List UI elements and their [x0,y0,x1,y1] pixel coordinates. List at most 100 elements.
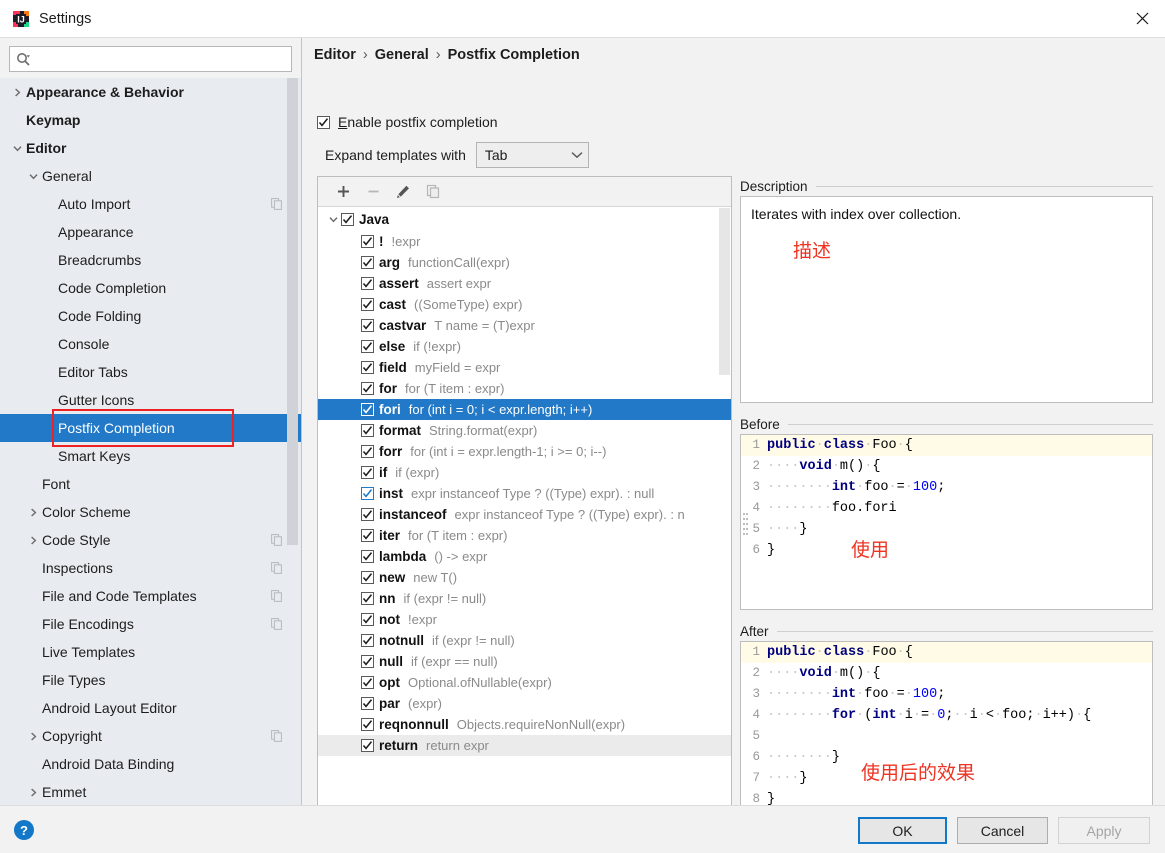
edit-template-button[interactable] [388,179,418,205]
template-checkbox[interactable] [361,403,374,416]
apply-button[interactable]: Apply [1058,817,1150,844]
sidebar-item-gutter-icons[interactable]: Gutter Icons [0,386,301,414]
templates-scrollbar-thumb[interactable] [719,208,730,375]
sidebar-item-emmet[interactable]: Emmet [0,778,301,805]
template-row[interactable]: format String.format(expr) [318,420,731,441]
remove-template-button[interactable] [358,179,388,205]
template-checkbox[interactable] [361,256,374,269]
template-row[interactable]: return return expr [318,735,731,756]
template-checkbox[interactable] [361,550,374,563]
sidebar-item-breadcrumbs[interactable]: Breadcrumbs [0,246,301,274]
template-row[interactable]: iter for (T item : expr) [318,525,731,546]
group-checkbox[interactable] [341,212,354,226]
sidebar-item-appearance-behavior[interactable]: Appearance & Behavior [0,78,301,106]
template-checkbox[interactable] [361,319,374,332]
template-row[interactable]: castvar T name = (T)expr [318,315,731,336]
sidebar-item-keymap[interactable]: Keymap [0,106,301,134]
breadcrumb-item-editor[interactable]: Editor [314,47,356,63]
close-icon[interactable] [1119,0,1165,37]
sidebar-item-code-completion[interactable]: Code Completion [0,274,301,302]
sidebar-item-postfix-completion[interactable]: Postfix Completion [0,414,301,442]
template-checkbox[interactable] [361,382,374,395]
template-row[interactable]: par (expr) [318,693,731,714]
sidebar-item-code-style[interactable]: Code Style [0,526,301,554]
template-row[interactable]: nn if (expr != null) [318,588,731,609]
template-row[interactable]: if if (expr) [318,462,731,483]
sidebar-item-general[interactable]: General [0,162,301,190]
templates-tree[interactable]: Java! !expr arg functionCall(expr) assert ass… [318,207,731,827]
template-row[interactable]: new new T() [318,567,731,588]
template-row[interactable]: field myField = expr [318,357,731,378]
template-checkbox[interactable] [361,655,374,668]
template-row[interactable]: lambda () -> expr [318,546,731,567]
sidebar-item-appearance[interactable]: Appearance [0,218,301,246]
template-row[interactable]: cast ((SomeType) expr) [318,294,731,315]
template-row[interactable]: inst expr instanceof Type ? ((Type) expr)… [318,483,731,504]
duplicate-template-button[interactable] [418,179,448,205]
expand-templates-select[interactable]: Tab [475,142,589,168]
sidebar-item-color-scheme[interactable]: Color Scheme [0,498,301,526]
template-checkbox[interactable] [361,235,374,248]
add-template-button[interactable] [328,179,358,205]
template-checkbox[interactable] [361,508,374,521]
template-checkbox[interactable] [361,340,374,353]
sidebar-item-inspections[interactable]: Inspections [0,554,301,582]
template-checkbox[interactable] [361,487,374,500]
templates-group-java[interactable]: Java [318,207,731,231]
template-checkbox[interactable] [361,676,374,689]
sidebar-item-live-templates[interactable]: Live Templates [0,638,301,666]
template-row[interactable]: null if (expr == null) [318,651,731,672]
sidebar-item-console[interactable]: Console [0,330,301,358]
template-row[interactable]: forr for (int i = expr.length-1; i >= 0; … [318,441,731,462]
breadcrumb-item-general[interactable]: General [375,47,429,63]
enable-postfix-completion-checkbox[interactable] [317,115,330,129]
question-mark-icon[interactable]: ? [14,820,34,840]
resize-grip[interactable] [743,513,748,540]
template-checkbox[interactable] [361,529,374,542]
template-checkbox[interactable] [361,445,374,458]
template-checkbox[interactable] [361,361,374,374]
search-box[interactable] [9,46,292,72]
chevron-down-icon[interactable] [26,169,40,183]
sidebar-item-code-folding[interactable]: Code Folding [0,302,301,330]
template-row[interactable]: assert assert expr [318,273,731,294]
template-checkbox[interactable] [361,466,374,479]
template-checkbox[interactable] [361,571,374,584]
search-input[interactable] [31,50,291,68]
template-row[interactable]: fori for (int i = 0; i < expr.length; i++… [318,399,731,420]
template-checkbox[interactable] [361,424,374,437]
sidebar-item-android-layout-editor[interactable]: Android Layout Editor [0,694,301,722]
chevron-right-icon[interactable] [26,729,40,743]
sidebar-item-font[interactable]: Font [0,470,301,498]
sidebar-item-file-encodings[interactable]: File Encodings [0,610,301,638]
enable-postfix-completion-row[interactable]: Enable postfix completion [317,114,498,130]
chevron-right-icon[interactable] [26,533,40,547]
template-row[interactable]: else if (!expr) [318,336,731,357]
breadcrumb-item-postfix-completion[interactable]: Postfix Completion [448,47,580,63]
sidebar-item-file-and-code-templates[interactable]: File and Code Templates [0,582,301,610]
sidebar-item-file-types[interactable]: File Types [0,666,301,694]
chevron-down-icon[interactable] [326,215,340,224]
template-row[interactable]: instanceof expr instanceof Type ? ((Type)… [318,504,731,525]
chevron-right-icon[interactable] [26,785,40,799]
template-checkbox[interactable] [361,634,374,647]
template-row[interactable]: for for (T item : expr) [318,378,731,399]
chevron-right-icon[interactable] [26,505,40,519]
ok-button[interactable]: OK [858,817,947,844]
chevron-down-icon[interactable] [10,141,24,155]
cancel-button[interactable]: Cancel [957,817,1048,844]
sidebar-item-android-data-binding[interactable]: Android Data Binding [0,750,301,778]
template-row[interactable]: opt Optional.ofNullable(expr) [318,672,731,693]
template-checkbox[interactable] [361,298,374,311]
template-row[interactable]: not !expr [318,609,731,630]
sidebar-item-editor[interactable]: Editor [0,134,301,162]
template-row[interactable]: ! !expr [318,231,731,252]
chevron-right-icon[interactable] [10,85,24,99]
template-checkbox[interactable] [361,718,374,731]
sidebar-item-editor-tabs[interactable]: Editor Tabs [0,358,301,386]
template-checkbox[interactable] [361,697,374,710]
template-checkbox[interactable] [361,277,374,290]
template-checkbox[interactable] [361,592,374,605]
sidebar-item-smart-keys[interactable]: Smart Keys [0,442,301,470]
template-row[interactable]: arg functionCall(expr) [318,252,731,273]
